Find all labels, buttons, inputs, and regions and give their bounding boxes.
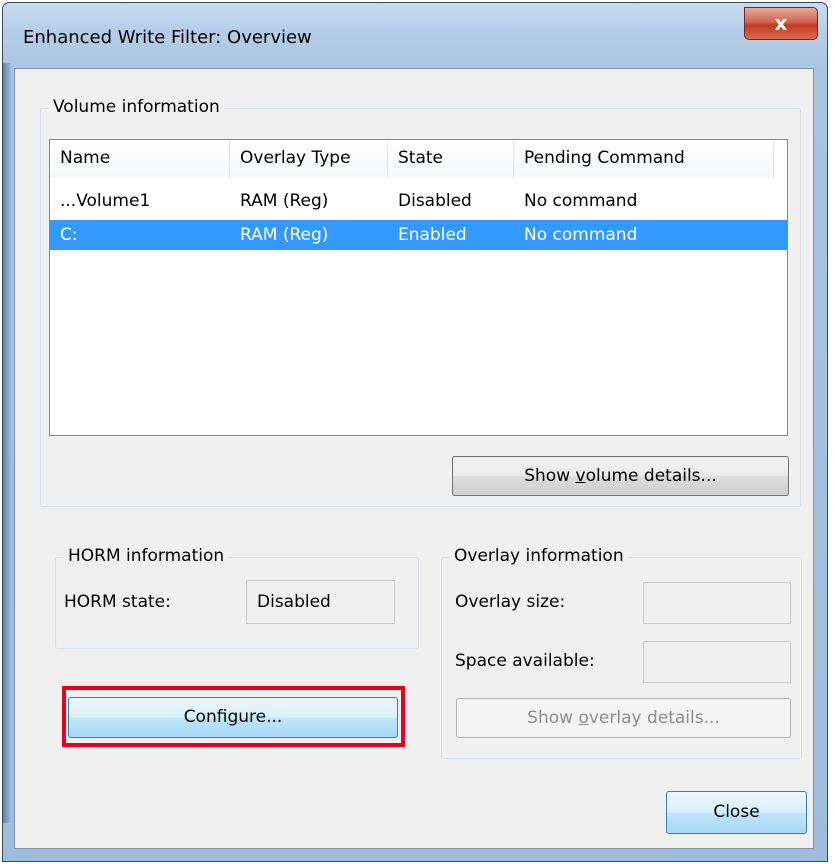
close-button[interactable]: Close — [666, 791, 807, 834]
overlay-type-cell: RAM (Reg) — [240, 225, 329, 245]
space-available-field — [643, 641, 791, 683]
state-cell: Enabled — [398, 225, 467, 245]
space-available-label: Space available: — [455, 651, 595, 671]
state-cell: Disabled — [398, 191, 472, 211]
window-frame-edge — [3, 63, 11, 823]
pending-command-cell: No command — [524, 191, 638, 211]
horm-information-label: HORM information — [64, 546, 229, 566]
volume-list-header: Name Overlay Type State Pending Command — [50, 140, 787, 178]
column-header-overlay-type[interactable]: Overlay Type — [230, 140, 388, 178]
volume-name-cell: C: — [60, 225, 78, 245]
overlay-size-label: Overlay size: — [455, 592, 566, 612]
volume-name-cell: ...Volume1 — [60, 191, 151, 211]
pending-command-cell: No command — [524, 225, 638, 245]
column-header-pending-command[interactable]: Pending Command — [514, 140, 774, 178]
volume-row-selected[interactable]: C: RAM (Reg) Enabled No command — [50, 220, 787, 250]
close-icon: x — [774, 11, 788, 35]
volume-information-label: Volume information — [49, 97, 224, 117]
overlay-type-cell: RAM (Reg) — [240, 191, 329, 211]
horm-state-label: HORM state: — [64, 592, 171, 612]
volume-row[interactable]: ...Volume1 RAM (Reg) Disabled No command — [50, 186, 787, 216]
show-overlay-details-button[interactable]: Show overlay details... — [456, 698, 791, 738]
window-title: Enhanced Write Filter: Overview — [23, 27, 312, 48]
column-header-state[interactable]: State — [388, 140, 514, 178]
configure-button[interactable]: Configure... — [68, 697, 398, 738]
horm-state-field: Disabled — [246, 580, 395, 624]
show-volume-details-button[interactable]: Show volume details... — [452, 456, 789, 496]
column-header-name[interactable]: Name — [50, 140, 230, 178]
overlay-information-label: Overlay information — [450, 546, 628, 566]
volume-list[interactable]: Name Overlay Type State Pending Command … — [49, 139, 788, 436]
window-close-button[interactable]: x — [744, 7, 818, 40]
overlay-size-field — [643, 582, 791, 624]
